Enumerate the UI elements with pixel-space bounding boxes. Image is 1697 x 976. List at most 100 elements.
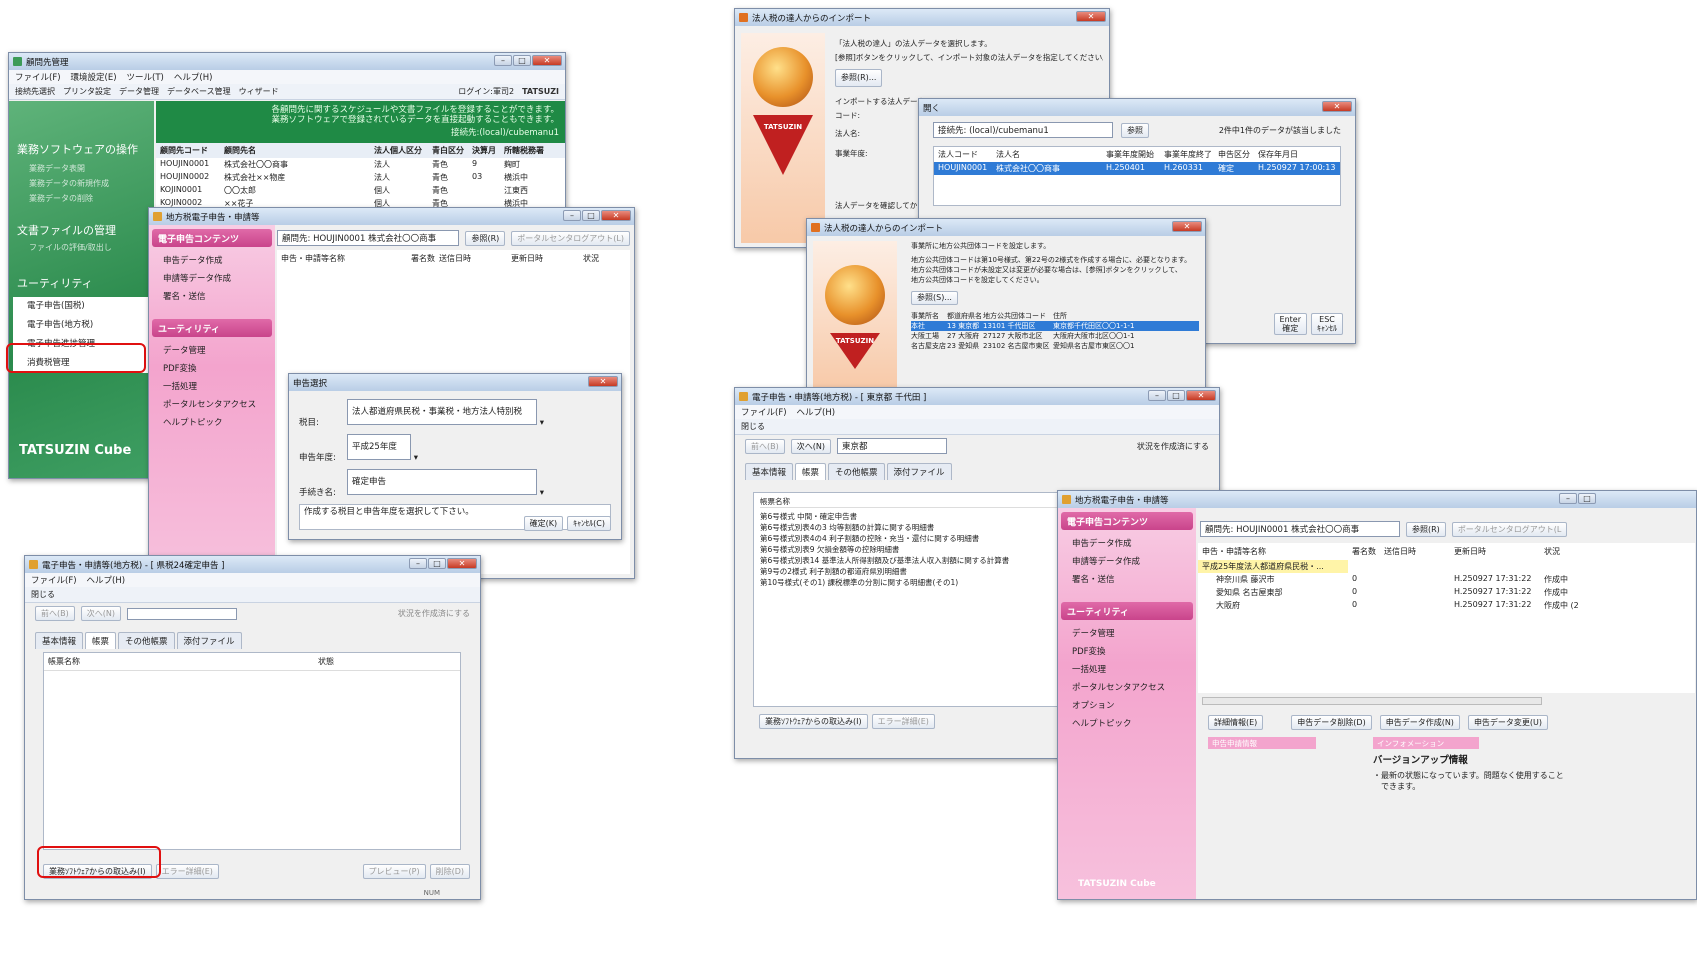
tab-other-forms[interactable]: その他帳票 [828,463,885,480]
prefecture-field[interactable] [126,607,237,620]
sidebar-item[interactable]: 業務データ表開 [29,161,154,176]
prefecture-field[interactable]: 東京都 [836,438,947,454]
menu-file[interactable]: ファイル(F) [741,406,787,418]
data-manage-button[interactable]: データ管理 [119,86,159,97]
menu-create-application[interactable]: 申請等データ作成 [1058,552,1196,570]
menu-options[interactable]: オプション [1058,696,1196,714]
menu-pdf[interactable]: PDF変換 [1058,642,1196,660]
reference-button[interactable]: 参照(R) [465,230,506,246]
next-button[interactable]: 次へ(N) [790,438,831,454]
reference-button[interactable]: 参照(R)... [835,69,883,87]
menu-portal[interactable]: ポータルセンタアクセス [1058,678,1196,696]
menu-sign-send[interactable]: 署名・送信 [149,287,275,305]
horizontal-scrollbar[interactable] [1202,697,1542,705]
menu-create-return[interactable]: 申告データ作成 [149,251,275,269]
portal-logout-button[interactable]: ポータルセンタログアウト(L) [511,230,630,246]
menu-portal[interactable]: ポータルセンタアクセス [149,395,275,413]
prev-button[interactable]: 前へ(B) [745,438,785,454]
reference-button[interactable]: 参照 [1121,122,1149,138]
minimize-button[interactable]: – [1559,493,1577,504]
detail-button[interactable]: 詳細情報(E) [1208,715,1264,730]
client-field[interactable]: 顧問先: HOUJIN0001 株式会社〇〇商事 [1200,521,1400,537]
portal-logout-button[interactable]: ポータルセンタログアウト(L [1451,521,1568,537]
cancel-button[interactable]: ｷｬﾝｾﾙ(C) [567,516,611,531]
mark-complete-checkbox[interactable]: 状況を作成済にする [1137,441,1209,452]
sidebar-item[interactable]: 業務データの新規作成 [29,176,154,191]
tab-attachments[interactable]: 添付ファイル [886,463,952,480]
wizard-button[interactable]: ウィザード [239,86,279,97]
maximize-button[interactable]: □ [513,55,531,66]
chevron-down-icon[interactable]: ▾ [540,488,544,498]
table-row[interactable]: 名古屋支店 23 愛知県 23102 名古屋市東区 愛知県名古屋市東区〇〇1 [911,341,1199,351]
tab-forms[interactable]: 帳票 [85,632,117,649]
menu-help[interactable]: ヘルプ(H) [174,71,213,83]
database-manage-button[interactable]: データベース管理 [167,86,231,97]
error-detail-button[interactable]: エラー詳細(E) [871,714,935,729]
close-button[interactable]: ✕ [601,210,631,221]
tab-basic-info[interactable]: 基本情報 [745,463,794,480]
menu-file[interactable]: ファイル(F) [15,71,61,83]
minimize-button[interactable]: – [1148,390,1166,401]
tab-forms[interactable]: 帳票 [795,463,827,480]
menu-batch[interactable]: 一括処理 [1058,660,1196,678]
table-row[interactable]: HOUJIN0001 株式会社〇〇商事 法人 青色 9 麹町 [156,158,565,171]
tab-basic-info[interactable]: 基本情報 [35,632,84,649]
connect-select-button[interactable]: 接続先選択 [15,86,55,97]
prev-button[interactable]: 前へ(B) [35,606,75,621]
close-button[interactable]: ✕ [1076,11,1106,22]
tax-item-select[interactable]: 法人都道府県民税・事業税・地方法人特別税 [347,399,537,425]
table-row[interactable]: KOJIN0001 〇〇太郎 個人 青色 江東西 [156,184,565,197]
cancel-button[interactable]: ESC ｷｬﾝｾﾙ [1311,313,1343,335]
menu-create-return[interactable]: 申告データ作成 [1058,534,1196,552]
error-detail-button[interactable]: エラー詳細(E) [155,864,219,879]
tab-information[interactable]: インフォメーション [1373,737,1479,749]
menu-help[interactable]: ヘルプ(H) [797,406,836,418]
tab-other-forms[interactable]: その他帳票 [118,632,175,649]
import-button[interactable]: 業務ｿﾌﾄｳｪｱからの取込み(I) [759,714,868,729]
menu-help[interactable]: ヘルプトピック [149,413,275,431]
tab-return-info[interactable]: 申告申請情報 [1208,737,1316,749]
table-row[interactable]: HOUJIN0002 株式会社××物産 法人 青色 03 横浜中 [156,171,565,184]
mark-complete-checkbox[interactable]: 状況を作成済にする [398,608,470,619]
menu-batch[interactable]: 一括処理 [149,377,275,395]
chevron-down-icon[interactable]: ▾ [540,418,544,428]
close-doc-button[interactable]: 閉じる [31,589,55,600]
create-return-button[interactable]: 申告データ作成(N) [1379,715,1460,730]
client-field[interactable]: 顧問先: HOUJIN0001 株式会社〇〇商事 [277,230,460,246]
menu-help[interactable]: ヘルプ(H) [87,574,126,586]
delete-button[interactable]: 削除(D) [429,864,470,879]
menu-settings[interactable]: 環境設定(E) [71,71,117,83]
delete-return-button[interactable]: 申告データ削除(D) [1291,715,1372,730]
close-doc-button[interactable]: 閉じる [741,421,765,432]
maximize-button[interactable]: □ [582,210,600,221]
close-button[interactable]: ✕ [447,558,477,569]
table-row[interactable]: 大阪府 0 H.250927 17:31:22 作成中 (2 [1198,599,1695,612]
reference-button[interactable]: 参照(S)... [911,291,958,305]
close-button[interactable]: ✕ [1186,390,1216,401]
menu-sign-send[interactable]: 署名・送信 [1058,570,1196,588]
close-button[interactable]: ✕ [1322,101,1352,112]
maximize-button[interactable]: □ [1578,493,1596,504]
minimize-button[interactable]: – [494,55,512,66]
year-select[interactable]: 平成25年度 [347,434,411,460]
table-row[interactable]: 本社 13 東京都 13101 千代田区 東京都千代田区〇〇1-1-1 [911,321,1199,331]
close-button[interactable]: ✕ [532,55,562,66]
table-row[interactable]: 愛知県 名古屋東部 0 H.250927 17:31:22 作成中 [1198,586,1695,599]
table-row[interactable]: 神奈川県 藤沢市 0 H.250927 17:31:22 作成中 [1198,573,1695,586]
table-row[interactable]: 大阪工場 27 大阪府 27127 大阪市北区 大阪府大阪市北区〇〇1-1 [911,331,1199,341]
reference-button[interactable]: 参照(R) [1406,521,1446,537]
menu-data-manage[interactable]: データ管理 [149,341,275,359]
menu-pdf[interactable]: PDF変換 [149,359,275,377]
confirm-button[interactable]: 確定(K) [523,516,564,531]
sidebar-item[interactable]: ファイルの評価/取出し [9,242,154,253]
menu-data-manage[interactable]: データ管理 [1058,624,1196,642]
sidebar-item-local-tax[interactable]: 電子申告(地方税) [27,316,150,335]
maximize-button[interactable]: □ [1167,390,1185,401]
minimize-button[interactable]: – [409,558,427,569]
menu-help[interactable]: ヘルプトピック [1058,714,1196,732]
confirm-button[interactable]: Enter 確定 [1273,313,1307,335]
printer-settings-button[interactable]: プリンタ設定 [63,86,111,97]
connection-field[interactable]: 接続先: (local)/cubemanu1 [933,122,1113,138]
group-row[interactable]: 平成25年度法人都道府県民税・... [1198,560,1348,573]
preview-button[interactable]: プレビュー(P) [362,864,426,879]
